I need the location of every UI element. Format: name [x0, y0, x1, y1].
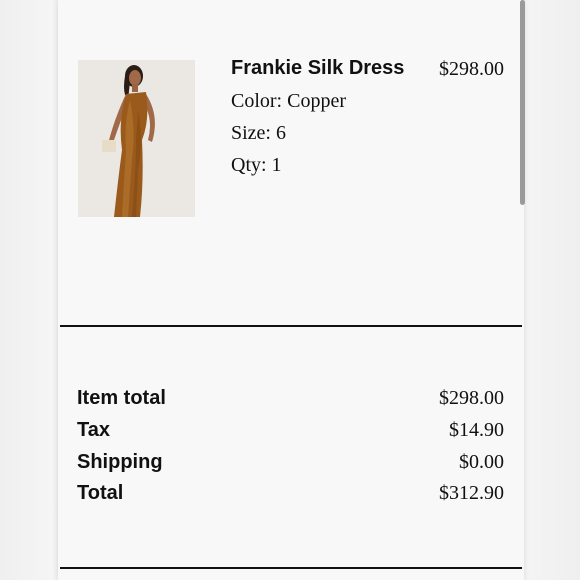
product-color: Color: Copper — [231, 90, 346, 112]
section-divider — [60, 325, 522, 327]
product-size: Size: 6 — [231, 122, 286, 144]
shipping-value: $0.00 — [459, 451, 504, 473]
tax-label: Tax — [77, 419, 110, 441]
product-thumbnail[interactable] — [78, 60, 195, 217]
product-name-link[interactable]: Frankie Silk Dress — [231, 57, 404, 80]
product-price: $298.00 — [439, 58, 504, 80]
shipping-label: Shipping — [77, 451, 163, 473]
item-total-label: Item total — [77, 387, 166, 409]
item-total-value: $298.00 — [439, 387, 504, 409]
scrollbar[interactable] — [520, 0, 525, 205]
total-value: $312.90 — [439, 482, 504, 504]
bottom-divider — [60, 567, 522, 569]
product-quantity: Qty: 1 — [231, 154, 282, 176]
tax-value: $14.90 — [449, 419, 504, 441]
total-label: Total — [77, 482, 124, 504]
